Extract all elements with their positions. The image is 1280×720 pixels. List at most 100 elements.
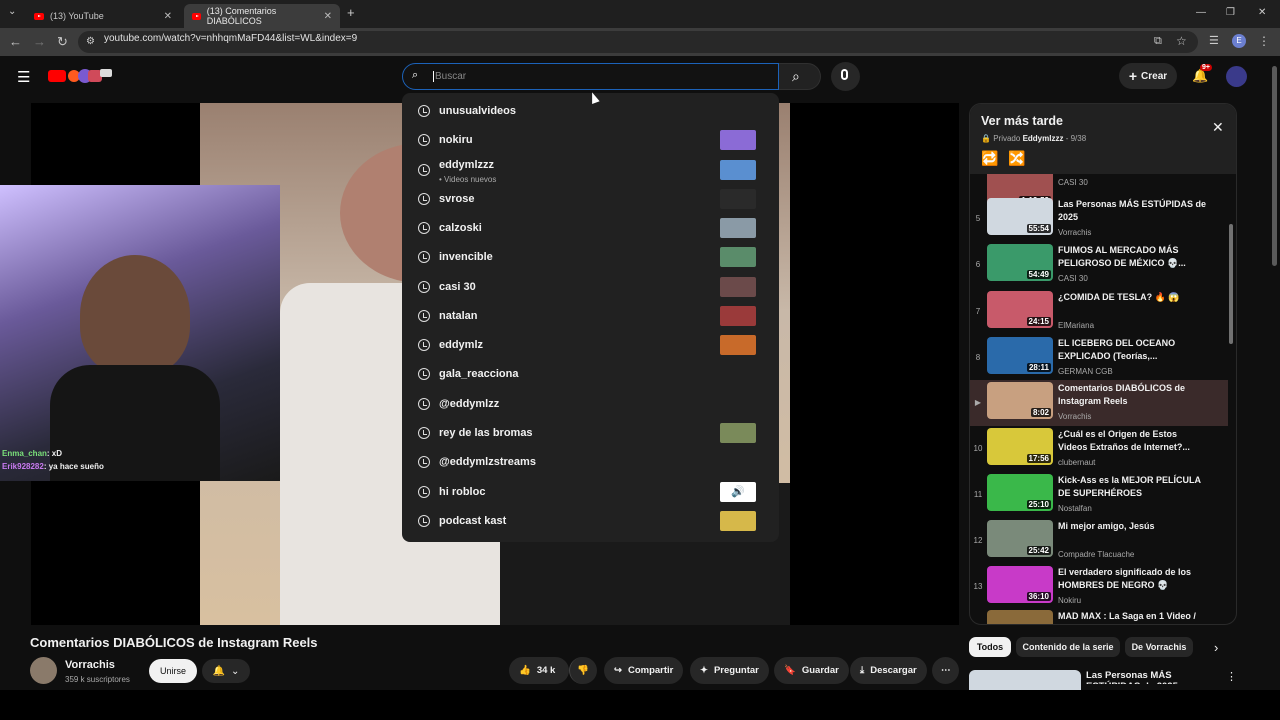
download-button[interactable]: ⤓ Descargar <box>850 657 927 684</box>
tab-close-icon[interactable]: ✕ <box>324 11 332 22</box>
playlist-item[interactable]: 6 54:49 FUIMOS AL MERCADO MÁS PELIGROSO DE… <box>970 242 1228 288</box>
tab-youtube[interactable]: (13) YouTube ✕ <box>26 4 180 28</box>
notifications-button[interactable]: 🔔 9+ <box>1190 64 1212 86</box>
suggestion-text: eddymlzzz <box>439 159 495 171</box>
create-button[interactable]: + Crear <box>1119 63 1177 89</box>
suggestion-text: @eddymlzz <box>439 398 500 410</box>
search-suggestion-item[interactable]: @eddymlzstreams <box>402 448 779 477</box>
voice-search-button[interactable] <box>831 62 860 91</box>
suggestion-text: invencible <box>439 251 493 263</box>
search-suggestion-item[interactable]: rey de las bromas <box>402 419 779 448</box>
microphone-icon <box>841 69 848 80</box>
chip-todos[interactable]: Todos <box>969 637 1011 657</box>
subscriber-count: 359 k suscriptores <box>65 675 130 684</box>
youtube-favicon-icon <box>34 12 44 20</box>
suggestion-text: @eddymlzstreams <box>439 456 536 468</box>
playlist-index: 13 <box>973 582 983 591</box>
tab-search-icon[interactable]: ⌄ <box>8 6 16 17</box>
history-icon <box>418 398 430 410</box>
playlist-item[interactable]: 7 24:15 ¿COMIDA DE TESLA? 🔥 😱 ElMariana <box>970 289 1228 335</box>
playlist-item[interactable]: MAD MAX : La Saga en 1 Video / La de Mel… <box>970 608 1228 624</box>
search-icon: ⌕ <box>412 69 419 81</box>
suggestion-text: svrose <box>439 193 475 205</box>
bottom-bar <box>0 690 1280 720</box>
search-suggestion-item[interactable]: podcast kast <box>402 507 779 536</box>
playlist-item[interactable]: 13 36:10 El verdadero significado de los H… <box>970 564 1228 610</box>
bookmark-icon: 🔖 <box>784 665 796 676</box>
playlist-scrollbar[interactable] <box>1228 174 1234 624</box>
url-text[interactable]: youtube.com/watch?v=nhhqmMaFD44&list=WL&… <box>104 33 357 44</box>
dislike-button[interactable]: 👎 <box>569 657 597 684</box>
tab-close-icon[interactable]: ✕ <box>164 11 172 22</box>
like-button[interactable]: 👍 34 k <box>509 657 569 684</box>
minimize-icon[interactable]: — <box>1196 7 1206 18</box>
search-suggestion-item[interactable]: svrose <box>402 185 779 214</box>
tab-current-video[interactable]: (13) Comentarios DIABÓLICOS ✕ <box>184 4 340 28</box>
search-suggestion-item[interactable]: casi 30 <box>402 273 779 302</box>
forward-icon[interactable]: → <box>33 34 46 50</box>
channel-name[interactable]: Vorrachis <box>65 659 115 671</box>
suggestion-subtext: • Videos nuevos <box>439 175 497 184</box>
playlist-item[interactable]: 11 25:10 Kick-Ass es la MEJOR PELÍCULA DE … <box>970 472 1228 518</box>
chip-vorrachis[interactable]: De Vorrachis <box>1125 637 1193 657</box>
search-suggestion-item[interactable]: gala_reacciona <box>402 360 779 389</box>
search-suggestion-item[interactable]: nokiru <box>402 126 779 155</box>
close-window-icon[interactable]: ✕ <box>1258 7 1266 18</box>
playlist-index: 7 <box>975 307 981 316</box>
suggestion-thumbnail <box>720 247 756 267</box>
search-suggestion-item[interactable]: eddymlzzz • Videos nuevos <box>402 156 779 185</box>
save-button[interactable]: 🔖 Guardar <box>774 657 849 684</box>
search-suggestion-item[interactable]: eddymlz <box>402 331 779 360</box>
search-suggestion-item[interactable]: @eddymlzz <box>402 390 779 419</box>
more-actions-button[interactable]: ⋯ <box>932 657 959 684</box>
close-icon[interactable]: ✕ <box>1212 119 1224 136</box>
next-video-menu-icon[interactable]: ⋮ <box>1226 670 1237 683</box>
playlist-item[interactable]: 5 55:54 Las Personas MÁS ESTÚPIDAS de 2025… <box>970 196 1228 242</box>
search-button[interactable]: ⌕ <box>779 63 821 90</box>
subscription-bell-button[interactable]: 🔔 ⌄ <box>202 659 250 683</box>
new-tab-button[interactable]: + <box>347 5 355 20</box>
playlist-item[interactable]: 12 25:42 Mi mejor amigo, Jesús Compadre Tla… <box>970 518 1228 564</box>
tab-search-list-icon[interactable]: ☰ <box>1209 34 1219 47</box>
playlist-index: 6 <box>975 260 981 269</box>
search-suggestion-item[interactable]: invencible <box>402 243 779 272</box>
playlist-title[interactable]: Ver más tarde <box>981 114 1063 128</box>
site-info-icon[interactable]: ⚙ <box>86 36 95 47</box>
history-icon <box>418 222 430 234</box>
duration-badge: 8:02 <box>1030 408 1051 417</box>
youtube-logo[interactable] <box>48 68 112 84</box>
hamburger-menu-icon[interactable]: ☰ <box>17 68 30 86</box>
browser-menu-icon[interactable]: ⋮ <box>1258 34 1270 48</box>
search-suggestion-item[interactable]: hi robloc 🔊 <box>402 478 779 507</box>
next-video-title[interactable]: Las Personas MÁS ESTÚPIDAS de 2025 <box>1086 670 1226 684</box>
channel-avatar[interactable] <box>30 657 57 684</box>
ask-button[interactable]: ✦ Preguntar <box>690 657 769 684</box>
chevron-right-icon[interactable]: › <box>1214 640 1218 655</box>
page-scrollbar[interactable] <box>1269 56 1280 690</box>
back-icon[interactable]: ← <box>9 34 22 50</box>
loop-icon[interactable]: 🔁 <box>981 150 998 167</box>
account-avatar[interactable] <box>1226 66 1247 87</box>
chip-series[interactable]: Contenido de la serie <box>1016 637 1120 657</box>
playlist-item[interactable]: 8 28:11 EL ICEBERG DEL OCEANO EXPLICADO (T… <box>970 335 1228 381</box>
search-input[interactable]: ⌕ Buscar <box>402 63 779 90</box>
playlist-thumbnail: 8:02 <box>987 382 1053 419</box>
search-suggestion-item[interactable]: natalan <box>402 302 779 331</box>
watch-later-panel: Ver más tarde 🔒 Privado Eddymlzzz - 9/38… <box>969 103 1237 625</box>
share-button[interactable]: ↪ Compartir <box>604 657 684 684</box>
bell-icon: 🔔 <box>212 665 226 677</box>
shuffle-icon[interactable]: 🔀 <box>1008 150 1025 167</box>
restore-icon[interactable]: ❐ <box>1226 7 1235 18</box>
playlist-item-channel: CASI 30 <box>1058 274 1088 283</box>
reload-icon[interactable]: ↻ <box>57 34 68 50</box>
next-video-thumbnail[interactable] <box>969 670 1081 690</box>
playlist-item[interactable]: ▶ 8:02 Comentarios DIABÓLICOS de Instagram… <box>970 380 1228 426</box>
bookmark-star-icon[interactable]: ☆ <box>1176 34 1187 48</box>
playlist-index: 12 <box>973 536 983 545</box>
download-icon: ⤓ <box>860 665 865 676</box>
join-button[interactable]: Unirse <box>149 659 197 683</box>
search-suggestion-item[interactable]: calzoski <box>402 214 779 243</box>
playlist-item[interactable]: 10 17:56 ¿Cuál es el Origen de Estos Video… <box>970 426 1228 472</box>
profile-avatar[interactable]: E <box>1232 34 1246 48</box>
install-app-icon[interactable]: ⧉ <box>1154 35 1162 48</box>
